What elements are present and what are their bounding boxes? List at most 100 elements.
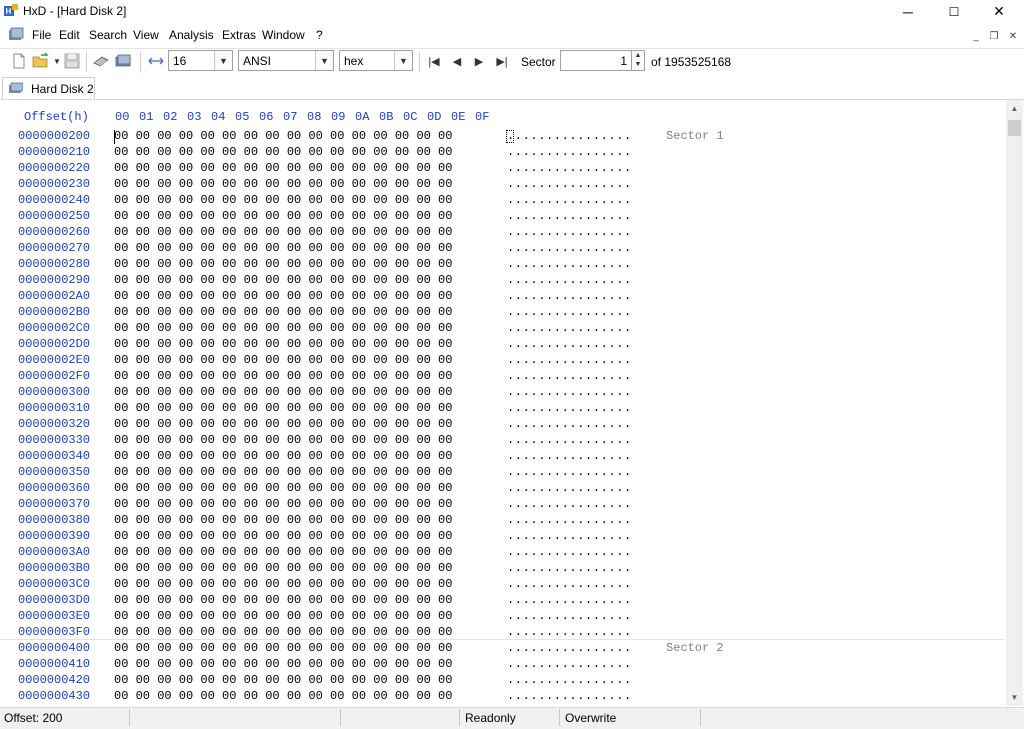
row-hex-bytes[interactable]: 00 00 00 00 00 00 00 00 00 00 00 00 00 0… — [114, 145, 452, 159]
hex-row[interactable]: 0000000380 00 00 00 00 00 00 00 00 00 00 … — [0, 513, 1006, 529]
row-hex-bytes[interactable]: 00 00 00 00 00 00 00 00 00 00 00 00 00 0… — [114, 289, 452, 303]
open-disk-icon[interactable] — [92, 52, 110, 70]
row-hex-bytes[interactable]: 00 00 00 00 00 00 00 00 00 00 00 00 00 0… — [114, 321, 452, 335]
hex-row[interactable]: 0000000210 00 00 00 00 00 00 00 00 00 00 … — [0, 145, 1006, 161]
hex-row[interactable]: 00000003C0 00 00 00 00 00 00 00 00 00 00 … — [0, 577, 1006, 593]
row-text[interactable]: ................ — [507, 161, 632, 175]
vertical-scrollbar[interactable]: ▲ ▼ — [1006, 100, 1023, 706]
row-hex-bytes[interactable]: 00 00 00 00 00 00 00 00 00 00 00 00 00 0… — [114, 353, 452, 367]
row-text[interactable]: ................ — [507, 305, 632, 319]
row-text[interactable]: ................ — [507, 449, 632, 463]
row-hex-bytes[interactable]: 00 00 00 00 00 00 00 00 00 00 00 00 00 0… — [114, 673, 452, 687]
scrollbar-thumb[interactable] — [1008, 120, 1021, 136]
mdi-minimize-button[interactable]: _ — [968, 29, 984, 43]
menu-help[interactable]: ? — [316, 28, 323, 42]
offset-base-select[interactable]: hex ▼ — [339, 50, 413, 71]
new-file-icon[interactable] — [10, 52, 28, 70]
bytes-per-row-select[interactable]: 16 ▼ — [168, 50, 233, 71]
close-button[interactable]: ✕ — [976, 0, 1022, 23]
hex-row[interactable]: 0000000250 00 00 00 00 00 00 00 00 00 00 … — [0, 209, 1006, 225]
menu-view[interactable]: View — [133, 28, 159, 42]
hex-row[interactable]: 0000000320 00 00 00 00 00 00 00 00 00 00 … — [0, 417, 1006, 433]
row-hex-bytes[interactable]: 00 00 00 00 00 00 00 00 00 00 00 00 00 0… — [114, 417, 452, 431]
row-hex-bytes[interactable]: 00 00 00 00 00 00 00 00 00 00 00 00 00 0… — [114, 689, 452, 703]
row-hex-bytes[interactable]: 00 00 00 00 00 00 00 00 00 00 00 00 00 0… — [114, 337, 452, 351]
row-hex-bytes[interactable]: 00 00 00 00 00 00 00 00 00 00 00 00 00 0… — [114, 545, 452, 559]
row-text[interactable]: ................ — [507, 609, 632, 623]
hex-row[interactable]: 0000000390 00 00 00 00 00 00 00 00 00 00 … — [0, 529, 1006, 545]
row-hex-bytes[interactable]: 00 00 00 00 00 00 00 00 00 00 00 00 00 0… — [114, 465, 452, 479]
row-text[interactable]: ................ — [507, 337, 632, 351]
row-text[interactable]: ................ — [507, 225, 632, 239]
hex-row[interactable]: 00000002D0 00 00 00 00 00 00 00 00 00 00 … — [0, 337, 1006, 353]
row-text[interactable]: ................ — [507, 273, 632, 287]
row-hex-bytes[interactable]: 00 00 00 00 00 00 00 00 00 00 00 00 00 0… — [114, 385, 452, 399]
row-hex-bytes[interactable]: 00 00 00 00 00 00 00 00 00 00 00 00 00 0… — [114, 497, 452, 511]
row-text[interactable]: ................ — [507, 401, 632, 415]
next-sector-icon[interactable]: ▶ — [471, 53, 487, 69]
hex-row[interactable]: 0000000230 00 00 00 00 00 00 00 00 00 00 … — [0, 177, 1006, 193]
previous-sector-icon[interactable]: ◀ — [449, 53, 465, 69]
row-text[interactable]: ................ — [507, 385, 632, 399]
sector-spinner[interactable]: ▲ ▼ — [631, 50, 645, 71]
row-hex-bytes[interactable]: 00 00 00 00 00 00 00 00 00 00 00 00 00 0… — [114, 401, 452, 415]
hex-row[interactable]: 0000000280 00 00 00 00 00 00 00 00 00 00 … — [0, 257, 1006, 273]
row-text[interactable]: ................ — [507, 321, 632, 335]
row-hex-bytes[interactable]: 00 00 00 00 00 00 00 00 00 00 00 00 00 0… — [114, 225, 452, 239]
row-text[interactable]: ................ — [507, 177, 632, 191]
hex-row[interactable]: 0000000300 00 00 00 00 00 00 00 00 00 00 … — [0, 385, 1006, 401]
row-hex-bytes[interactable]: 00 00 00 00 00 00 00 00 00 00 00 00 00 0… — [114, 657, 452, 671]
hex-row[interactable]: 0000000200 00 00 00 00 00 00 00 00 00 00 … — [0, 129, 1006, 145]
row-text[interactable]: ................ — [507, 673, 632, 687]
hex-row[interactable]: 0000000240 00 00 00 00 00 00 00 00 00 00 … — [0, 193, 1006, 209]
maximize-button[interactable]: ☐ — [931, 0, 977, 23]
row-text[interactable]: ................ — [507, 465, 632, 479]
row-hex-bytes[interactable]: 00 00 00 00 00 00 00 00 00 00 00 00 00 0… — [114, 433, 452, 447]
hex-row[interactable]: 0000000350 00 00 00 00 00 00 00 00 00 00 … — [0, 465, 1006, 481]
row-text[interactable]: ................ — [507, 353, 632, 367]
hex-row[interactable]: 0000000260 00 00 00 00 00 00 00 00 00 00 … — [0, 225, 1006, 241]
hex-row[interactable]: 00000002F0 00 00 00 00 00 00 00 00 00 00 … — [0, 369, 1006, 385]
chevron-down-icon[interactable]: ▼ — [394, 51, 412, 70]
row-hex-bytes[interactable]: 00 00 00 00 00 00 00 00 00 00 00 00 00 0… — [114, 129, 452, 143]
scroll-down-icon[interactable]: ▼ — [1006, 689, 1023, 706]
tab-hard-disk-2[interactable]: Hard Disk 2 — [2, 77, 95, 99]
mdi-close-button[interactable]: ✕ — [1005, 29, 1021, 43]
row-text[interactable]: ................ — [507, 369, 632, 383]
row-hex-bytes[interactable]: 00 00 00 00 00 00 00 00 00 00 00 00 00 0… — [114, 209, 452, 223]
row-hex-bytes[interactable]: 00 00 00 00 00 00 00 00 00 00 00 00 00 0… — [114, 593, 452, 607]
hex-row[interactable]: 0000000430 00 00 00 00 00 00 00 00 00 00 … — [0, 689, 1006, 705]
hex-row[interactable]: 0000000220 00 00 00 00 00 00 00 00 00 00 … — [0, 161, 1006, 177]
row-hex-bytes[interactable]: 00 00 00 00 00 00 00 00 00 00 00 00 00 0… — [114, 529, 452, 543]
row-text[interactable]: ................ — [507, 577, 632, 591]
minimize-button[interactable]: ─ — [885, 0, 931, 23]
menu-search[interactable]: Search — [89, 28, 127, 42]
row-text[interactable]: ................ — [507, 545, 632, 559]
last-sector-icon[interactable]: ▶| — [494, 53, 510, 69]
hex-row[interactable]: 0000000370 00 00 00 00 00 00 00 00 00 00 … — [0, 497, 1006, 513]
hex-row[interactable]: 0000000360 00 00 00 00 00 00 00 00 00 00 … — [0, 481, 1006, 497]
save-icon[interactable] — [63, 52, 81, 70]
row-hex-bytes[interactable]: 00 00 00 00 00 00 00 00 00 00 00 00 00 0… — [114, 641, 452, 655]
row-hex-bytes[interactable]: 00 00 00 00 00 00 00 00 00 00 00 00 00 0… — [114, 273, 452, 287]
hex-row[interactable]: 0000000410 00 00 00 00 00 00 00 00 00 00 … — [0, 657, 1006, 673]
row-hex-bytes[interactable]: 00 00 00 00 00 00 00 00 00 00 00 00 00 0… — [114, 561, 452, 575]
hex-row[interactable]: 00000002B0 00 00 00 00 00 00 00 00 00 00 … — [0, 305, 1006, 321]
charset-select[interactable]: ANSI ▼ — [238, 50, 334, 71]
hex-row[interactable]: 0000000340 00 00 00 00 00 00 00 00 00 00 … — [0, 449, 1006, 465]
sector-input[interactable]: 1 — [560, 50, 632, 71]
row-text[interactable]: ................ — [507, 481, 632, 495]
row-text[interactable]: ................ — [507, 513, 632, 527]
row-text[interactable]: ................ — [507, 433, 632, 447]
row-text[interactable]: ................ — [507, 257, 632, 271]
row-text[interactable]: ................ — [507, 641, 632, 655]
row-text[interactable]: ................ — [507, 241, 632, 255]
hex-row[interactable]: 0000000420 00 00 00 00 00 00 00 00 00 00 … — [0, 673, 1006, 689]
scroll-up-icon[interactable]: ▲ — [1006, 100, 1023, 117]
row-text[interactable]: ................ — [507, 561, 632, 575]
chevron-down-icon[interactable]: ▼ — [214, 51, 232, 70]
status-overwrite[interactable]: Overwrite — [565, 711, 616, 725]
row-text[interactable]: ................ — [507, 657, 632, 671]
document-icon[interactable] — [8, 27, 24, 43]
row-hex-bytes[interactable]: 00 00 00 00 00 00 00 00 00 00 00 00 00 0… — [114, 257, 452, 271]
